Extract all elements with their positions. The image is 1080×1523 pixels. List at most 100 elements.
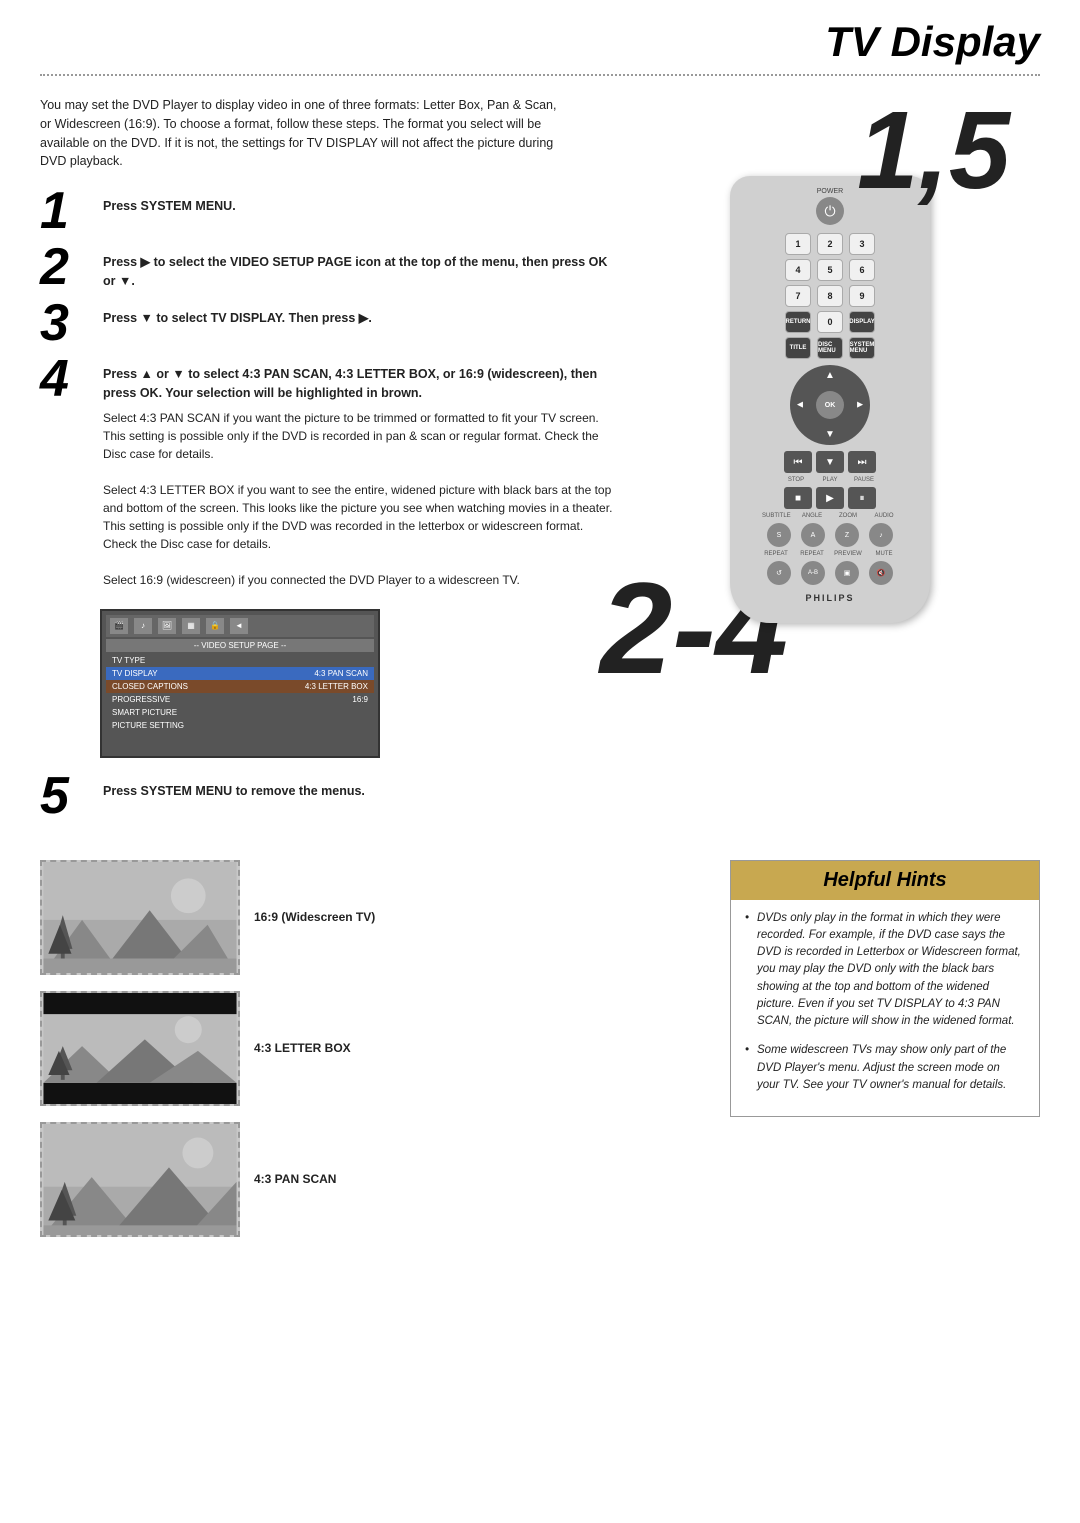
btn-play[interactable]: ▶ <box>816 487 844 509</box>
remote-icon-row-rrpm: ↺ A-B ▣ 🔇 <box>746 561 914 585</box>
btn-1[interactable]: 1 <box>785 233 811 255</box>
remote-control: POWER ⏻ 1 2 3 4 5 6 7 8 9 <box>730 176 930 623</box>
btn-3[interactable]: 3 <box>849 233 875 255</box>
step-number-4: 4 <box>40 353 95 405</box>
menu-label-captions: CLOSED CAPTIONS <box>112 682 188 691</box>
label-preview: PREVIEW <box>834 551 862 557</box>
label-zoom: ZOOM <box>834 513 862 519</box>
menu-label-picture: PICTURE SETTING <box>112 721 184 730</box>
page-header: TV Display <box>0 0 1080 66</box>
tv-row-letterbox: 4:3 LETTER BOX <box>40 991 400 1106</box>
btn-display[interactable]: DISPLAY <box>849 311 875 333</box>
helpful-hints-section: Helpful Hints DVDs only play in the form… <box>730 860 1040 1245</box>
helpful-hint-item-2: Some widescreen TVs may show only part o… <box>745 1042 1025 1094</box>
nav-down[interactable]: ▼ <box>825 429 835 440</box>
remote-row-saza-labels: SUBTITLE ANGLE ZOOM AUDIO <box>746 513 914 519</box>
btn-2[interactable]: 2 <box>817 233 843 255</box>
btn-8[interactable]: 8 <box>817 285 843 307</box>
helpful-hints-body: DVDs only play in the format in which th… <box>731 900 1039 1117</box>
menu-row-tvdisplay: TV DISPLAY 4:3 PAN SCAN <box>106 667 374 680</box>
menu-label-tvtype: TV TYPE <box>112 656 145 665</box>
btn-5[interactable]: 5 <box>817 259 843 281</box>
landscape-panscan <box>42 1124 238 1235</box>
steps-container: 1 Press SYSTEM MENU. 2 Press ▶ to select… <box>40 189 620 822</box>
helpful-hints-list: DVDs only play in the format in which th… <box>745 910 1025 1095</box>
step-4: 4 Press ▲ or ▼ to select 4:3 PAN SCAN, 4… <box>40 357 620 589</box>
tv-frame-panscan <box>40 1122 240 1237</box>
label-repeat1: REPEAT <box>762 551 790 557</box>
label-widescreen: 16:9 (Widescreen TV) <box>254 909 375 926</box>
main-content: You may set the DVD Player to display vi… <box>0 76 1080 830</box>
label-mute: MUTE <box>870 551 898 557</box>
btn-preview[interactable]: ▣ <box>835 561 859 585</box>
btn-repeat2[interactable]: A-B <box>801 561 825 585</box>
remote-row-789: 7 8 9 <box>746 285 914 307</box>
btn-7[interactable]: 7 <box>785 285 811 307</box>
step-4-text: Press ▲ or ▼ to select 4:3 PAN SCAN, 4:3… <box>103 367 597 400</box>
step-4-body: Select 4:3 PAN SCAN if you want the pict… <box>103 409 620 589</box>
step-3-text: Press ▼ to select TV DISPLAY. Then press… <box>103 311 372 325</box>
step-3-content: Press ▼ to select TV DISPLAY. Then press… <box>103 301 372 328</box>
btn-6[interactable]: 6 <box>849 259 875 281</box>
btn-system[interactable]: SYSTEM MENU <box>849 337 875 359</box>
menu-icons-row: 🎬 ♪ 🖼 ▦ 🔒 ◄ <box>106 615 374 637</box>
btn-title[interactable]: TITLE <box>785 337 811 359</box>
menu-row-tvtype: TV TYPE <box>106 654 374 667</box>
btn-mute[interactable]: 🔇 <box>869 561 893 585</box>
landscape-widescreen <box>42 862 238 973</box>
btn-repeat1[interactable]: ↺ <box>767 561 791 585</box>
label-stop: STOP <box>782 477 810 483</box>
btn-pause[interactable]: ⏸ <box>848 487 876 509</box>
remote-row-return: RETURN 0 DISPLAY <box>746 311 914 333</box>
btn-0[interactable]: 0 <box>817 311 843 333</box>
step-1-text: Press SYSTEM MENU. <box>103 199 236 213</box>
spacer <box>430 860 700 1245</box>
btn-disc-menu[interactable]: DISC MENU <box>817 337 843 359</box>
menu-val-tvdisplay: 4:3 PAN SCAN <box>314 669 368 678</box>
menu-icon-music: ♪ <box>134 618 152 634</box>
landscape-letterbox <box>42 993 238 1104</box>
remote-row-title: TITLE DISC MENU SYSTEM MENU <box>746 337 914 359</box>
nav-right[interactable]: ► <box>855 400 865 411</box>
btn-subtitle[interactable]: S <box>767 523 791 547</box>
menu-label-tvdisplay: TV DISPLAY <box>112 669 158 678</box>
btn-angle[interactable]: A <box>801 523 825 547</box>
menu-screenshot: 🎬 ♪ 🖼 ▦ 🔒 ◄ -- VIDEO SETUP PAGE -- TV TY… <box>100 609 620 758</box>
btn-audio[interactable]: ♪ <box>869 523 893 547</box>
transport-row-play: ■ ▶ ⏸ <box>746 487 914 509</box>
menu-row-progressive: PROGRESSIVE 16:9 <box>106 693 374 706</box>
btn-down-arrow[interactable]: ▼ <box>816 451 844 473</box>
menu-icon-film: 🎬 <box>110 618 128 634</box>
philips-logo: PHILIPS <box>746 593 914 603</box>
remote-icon-row-saza: S A Z ♪ <box>746 523 914 547</box>
btn-4[interactable]: 4 <box>785 259 811 281</box>
page-title: TV Display <box>825 18 1040 66</box>
remote-row-rrpm-labels: REPEAT REPEAT PREVIEW MUTE <box>746 551 914 557</box>
step-5-content: Press SYSTEM MENU to remove the menus. <box>103 774 365 801</box>
power-button[interactable]: ⏻ <box>816 197 844 225</box>
btn-next-skip[interactable]: ⏭ <box>848 451 876 473</box>
left-column: You may set the DVD Player to display vi… <box>40 96 620 830</box>
step-number-3: 3 <box>40 297 95 349</box>
btn-9[interactable]: 9 <box>849 285 875 307</box>
nav-up[interactable]: ▲ <box>825 370 835 381</box>
nav-cluster: ▲ ▼ ◄ ► OK <box>746 365 914 445</box>
step-2-text: Press ▶ to select the VIDEO SETUP PAGE i… <box>103 255 607 288</box>
menu-label-progressive: PROGRESSIVE <box>112 695 170 704</box>
step-1: 1 Press SYSTEM MENU. <box>40 189 620 237</box>
screen-menu-display: 🎬 ♪ 🖼 ▦ 🔒 ◄ -- VIDEO SETUP PAGE -- TV TY… <box>100 609 380 758</box>
menu-val-progressive: 16:9 <box>352 695 368 704</box>
btn-prev-skip[interactable]: ⏮ <box>784 451 812 473</box>
btn-return[interactable]: RETURN <box>785 311 811 333</box>
label-letterbox: 4:3 LETTER BOX <box>254 1040 351 1057</box>
label-pause: PAUSE <box>850 477 878 483</box>
btn-stop[interactable]: ■ <box>784 487 812 509</box>
nav-ok[interactable]: OK <box>816 391 844 419</box>
helpful-hint-item-1: DVDs only play in the format in which th… <box>745 910 1025 1031</box>
remote-row-456: 4 5 6 <box>746 259 914 281</box>
btn-zoom[interactable]: Z <box>835 523 859 547</box>
remote-body: POWER ⏻ 1 2 3 4 5 6 7 8 9 <box>730 176 930 623</box>
right-column: 1,5 POWER ⏻ 1 2 3 4 5 6 <box>640 96 1020 830</box>
nav-left[interactable]: ◄ <box>795 400 805 411</box>
menu-title-bar: -- VIDEO SETUP PAGE -- <box>106 639 374 652</box>
